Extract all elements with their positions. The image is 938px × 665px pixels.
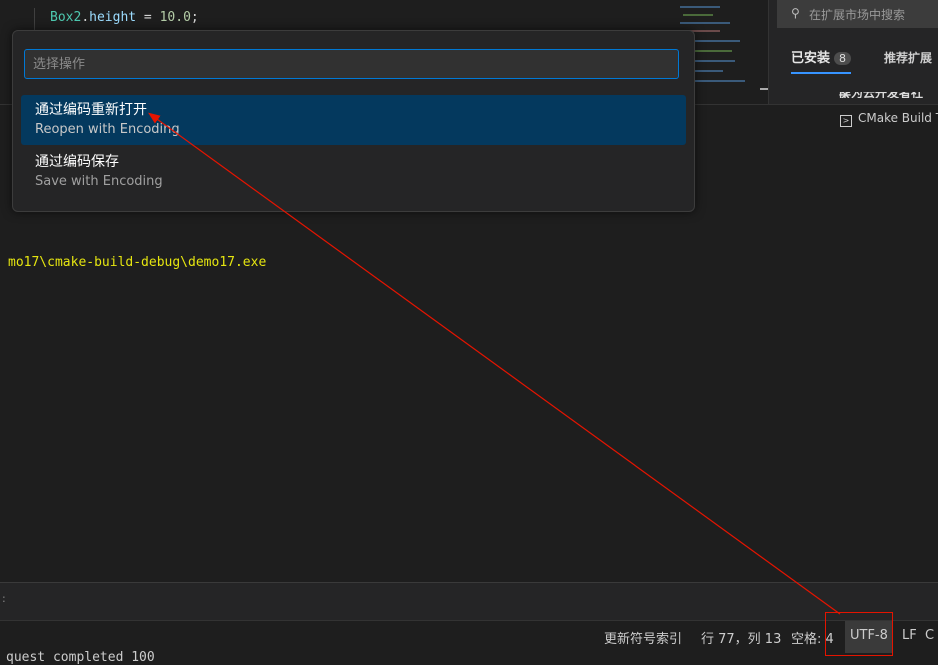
code-line[interactable]: Box2.height = 10.0; <box>50 10 199 25</box>
quick-pick-input[interactable] <box>24 49 679 79</box>
status-cursor-position[interactable]: 行 77，列 13 <box>701 628 781 647</box>
quick-pick-item-label: 通过编码重新打开 <box>35 102 147 118</box>
installed-count-badge: 8 <box>834 52 852 65</box>
code-value: 10.0 <box>159 10 191 25</box>
terminal-input-strip[interactable] <box>0 582 938 621</box>
terminal-output-path: mo17\cmake-build-debug\demo17.exe <box>8 255 267 270</box>
extensions-panel: ⚲ 在扩展市场中搜索 已安装8 推荐扩展 华为云开发者社区 <box>768 0 938 104</box>
status-update-symbol-index[interactable]: 更新符号索引 <box>604 628 682 647</box>
quick-pick-item-reopen[interactable]: 通过编码重新打开 Reopen with Encoding <box>21 95 686 145</box>
search-icon: ⚲ <box>791 6 800 20</box>
quick-pick-widget: 通过编码重新打开 Reopen with Encoding 通过编码保存 Sav… <box>12 30 695 212</box>
code-semicolon: ; <box>190 10 199 25</box>
quick-pick-item-label: 通过编码保存 <box>35 154 119 170</box>
code-property: height <box>89 10 137 25</box>
tab-installed[interactable]: 已安装 8 <box>791 47 852 66</box>
tab-recommended[interactable]: 推荐扩展 <box>884 49 932 66</box>
extension-item-title-partial: 华为云开发者社区 <box>839 92 929 98</box>
status-language[interactable]: C <box>925 628 934 643</box>
strip-marker: : <box>2 592 6 605</box>
quick-pick-item-description: Reopen with Encoding <box>35 122 180 137</box>
highlight-box <box>825 612 893 656</box>
tab-cmake-build[interactable]: > CMake Build T <box>840 111 938 127</box>
terminal-icon: > <box>840 115 852 127</box>
code-object: Box2 <box>50 10 82 25</box>
quick-pick-item-save[interactable]: 通过编码保存 Save with Encoding <box>21 147 686 197</box>
extensions-search-placeholder[interactable]: 在扩展市场中搜索 <box>809 6 905 23</box>
minimap-slider[interactable] <box>760 88 768 90</box>
cmake-tab-label: CMake Build T <box>858 111 938 125</box>
terminal-output-bottom: quest completed 100 <box>6 650 155 665</box>
tab-installed-label: 已安装 <box>791 51 831 66</box>
quick-pick-item-description: Save with Encoding <box>35 174 163 189</box>
status-eol[interactable]: LF <box>902 628 917 643</box>
code-operator: = <box>136 10 160 25</box>
active-tab-indicator <box>791 72 851 74</box>
code-dot: . <box>81 10 90 25</box>
